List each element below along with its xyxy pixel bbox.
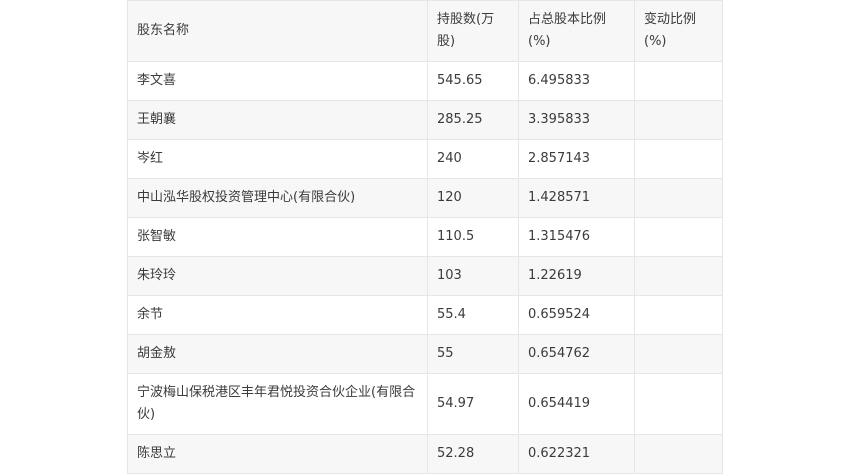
cell-share-ratio: 3.395833 <box>518 100 635 140</box>
cell-shares-held: 545.65 <box>427 61 519 101</box>
cell-share-ratio: 1.22619 <box>518 256 635 296</box>
cell-shares-held: 110.5 <box>427 217 519 257</box>
table-row: 胡金敖 55 0.654762 <box>127 334 723 374</box>
cell-change-ratio <box>634 434 723 474</box>
cell-shares-held: 120 <box>427 178 519 218</box>
table-header-row: 股东名称 持股数(万股) 占总股本比例(%) 变动比例(%) <box>127 0 723 62</box>
table-row: 中山泓华股权投资管理中心(有限合伙) 120 1.428571 <box>127 178 723 218</box>
header-shareholder-name: 股东名称 <box>127 0 428 62</box>
cell-shareholder-name: 张智敏 <box>127 217 428 257</box>
cell-share-ratio: 0.622321 <box>518 434 635 474</box>
cell-shares-held: 103 <box>427 256 519 296</box>
header-change-ratio: 变动比例(%) <box>634 0 723 62</box>
cell-shares-held: 54.97 <box>427 373 519 435</box>
cell-share-ratio: 1.315476 <box>518 217 635 257</box>
cell-share-ratio: 0.654419 <box>518 373 635 435</box>
cell-share-ratio: 6.495833 <box>518 61 635 101</box>
cell-shareholder-name: 王朝襄 <box>127 100 428 140</box>
cell-change-ratio <box>634 217 723 257</box>
cell-change-ratio <box>634 178 723 218</box>
cell-shareholder-name: 李文喜 <box>127 61 428 101</box>
shareholder-table: 股东名称 持股数(万股) 占总股本比例(%) 变动比例(%) 李文喜 545.6… <box>127 0 723 474</box>
cell-shareholder-name: 岑红 <box>127 139 428 179</box>
cell-change-ratio <box>634 373 723 435</box>
cell-shareholder-name: 宁波梅山保税港区丰年君悦投资合伙企业(有限合伙) <box>127 373 428 435</box>
table-row: 张智敏 110.5 1.315476 <box>127 217 723 257</box>
table-row: 陈思立 52.28 0.622321 <box>127 434 723 474</box>
cell-share-ratio: 1.428571 <box>518 178 635 218</box>
cell-shares-held: 285.25 <box>427 100 519 140</box>
cell-shareholder-name: 陈思立 <box>127 434 428 474</box>
shareholder-table-container: 股东名称 持股数(万股) 占总股本比例(%) 变动比例(%) 李文喜 545.6… <box>127 0 723 474</box>
cell-shareholder-name: 胡金敖 <box>127 334 428 374</box>
cell-shares-held: 52.28 <box>427 434 519 474</box>
cell-change-ratio <box>634 139 723 179</box>
header-share-ratio: 占总股本比例(%) <box>518 0 635 62</box>
table-row: 朱玲玲 103 1.22619 <box>127 256 723 296</box>
cell-change-ratio <box>634 334 723 374</box>
table-row: 李文喜 545.65 6.495833 <box>127 61 723 101</box>
cell-change-ratio <box>634 100 723 140</box>
cell-shareholder-name: 朱玲玲 <box>127 256 428 296</box>
cell-change-ratio <box>634 61 723 101</box>
cell-shareholder-name: 中山泓华股权投资管理中心(有限合伙) <box>127 178 428 218</box>
table-row: 王朝襄 285.25 3.395833 <box>127 100 723 140</box>
table-row: 宁波梅山保税港区丰年君悦投资合伙企业(有限合伙) 54.97 0.654419 <box>127 373 723 435</box>
cell-share-ratio: 2.857143 <box>518 139 635 179</box>
table-row: 余节 55.4 0.659524 <box>127 295 723 335</box>
header-shares-held: 持股数(万股) <box>427 0 519 62</box>
cell-share-ratio: 0.659524 <box>518 295 635 335</box>
cell-shares-held: 55.4 <box>427 295 519 335</box>
cell-share-ratio: 0.654762 <box>518 334 635 374</box>
cell-shares-held: 240 <box>427 139 519 179</box>
cell-shares-held: 55 <box>427 334 519 374</box>
cell-shareholder-name: 余节 <box>127 295 428 335</box>
cell-change-ratio <box>634 256 723 296</box>
cell-change-ratio <box>634 295 723 335</box>
table-row: 岑红 240 2.857143 <box>127 139 723 179</box>
